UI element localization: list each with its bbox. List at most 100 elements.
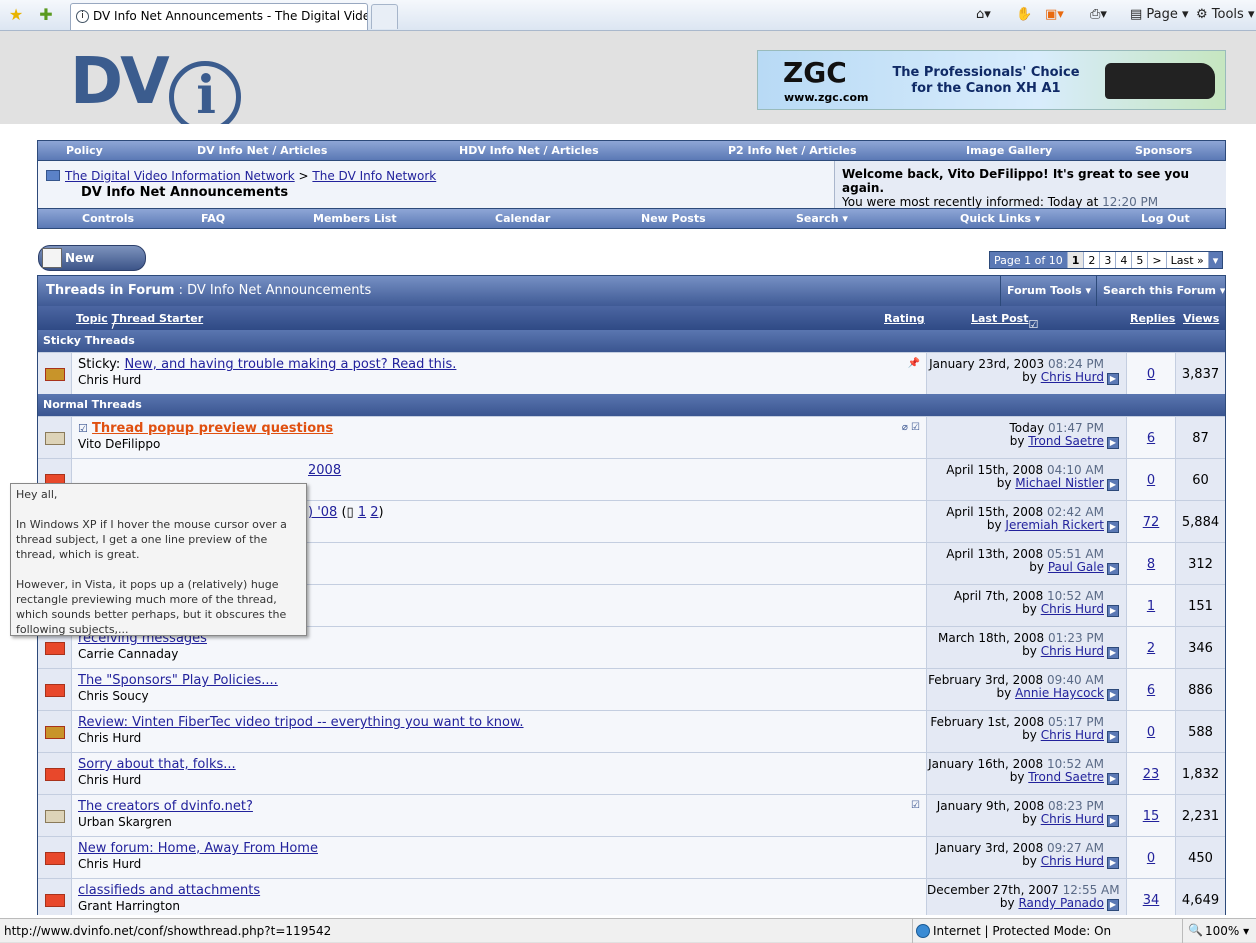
thread-title-link[interactable]: The creators of dvinfo.net?: [78, 799, 253, 814]
thread-title-link[interactable]: Thread popup preview questions: [92, 421, 333, 436]
nav-hdv-articles[interactable]: HDV Info Net / Articles: [459, 144, 599, 157]
hand-icon[interactable]: ✋: [1016, 5, 1032, 25]
last-poster-link[interactable]: Randy Panado: [1018, 896, 1104, 910]
new-tab-button[interactable]: [371, 4, 398, 29]
pager-dropdown[interactable]: ▾: [1208, 252, 1223, 268]
nav-p2-articles[interactable]: P2 Info Net / Articles: [728, 144, 857, 157]
last-poster-link[interactable]: Chris Hurd: [1041, 728, 1104, 742]
replies-link[interactable]: 0: [1147, 473, 1155, 488]
favorites-star-icon[interactable]: ★: [6, 5, 26, 25]
thread-title-link[interactable]: New, and having trouble making a post? R…: [124, 357, 456, 372]
last-poster-link[interactable]: Paul Gale: [1048, 560, 1104, 574]
search-forum-menu[interactable]: Search this Forum ▾: [1096, 276, 1225, 306]
sort-last-post-link[interactable]: Last Post: [971, 312, 1029, 325]
page-link[interactable]: 5: [1132, 252, 1149, 268]
nav-faq[interactable]: FAQ: [201, 212, 225, 225]
go-to-last-post-icon[interactable]: ▶: [1107, 731, 1119, 743]
replies-link[interactable]: 0: [1147, 851, 1155, 866]
last-page-link[interactable]: Last »: [1167, 252, 1209, 268]
thread-title-link[interactable]: The "Sponsors" Play Policies....: [78, 673, 278, 688]
page-jump-link[interactable]: 2: [370, 505, 378, 520]
go-to-last-post-icon[interactable]: ▶: [1107, 373, 1119, 385]
thread-starter[interactable]: Chris Hurd: [78, 857, 926, 871]
sort-replies-link[interactable]: Replies: [1130, 312, 1175, 325]
nav-log-out[interactable]: Log Out: [1141, 212, 1190, 225]
thread-starter[interactable]: Chris Hurd: [78, 373, 926, 387]
rss-feed-icon[interactable]: ▣▾: [1045, 5, 1064, 25]
thread-title-link[interactable]: Sorry about that, folks...: [78, 757, 236, 772]
page-link[interactable]: 3: [1100, 252, 1117, 268]
checkbox-icon[interactable]: ☑: [78, 422, 88, 435]
breadcrumb-parent-link[interactable]: The DV Info Network: [312, 169, 436, 183]
print-icon[interactable]: ⎙▾: [1090, 5, 1107, 25]
nav-image-gallery[interactable]: Image Gallery: [966, 144, 1052, 157]
last-poster-link[interactable]: Michael Nistler: [1015, 476, 1104, 490]
sort-starter-link[interactable]: Thread Starter: [112, 312, 204, 325]
replies-link[interactable]: 1: [1147, 599, 1155, 614]
thread-title-link[interactable]: 2008: [78, 463, 341, 478]
go-to-last-post-icon[interactable]: ▶: [1107, 857, 1119, 869]
last-poster-link[interactable]: Trond Saetre: [1028, 770, 1104, 784]
nav-calendar[interactable]: Calendar: [495, 212, 550, 225]
last-poster-link[interactable]: Chris Hurd: [1041, 644, 1104, 658]
thread-starter[interactable]: Urban Skargren: [78, 815, 926, 829]
nav-quick-links[interactable]: Quick Links ▾: [960, 212, 1040, 225]
replies-link[interactable]: 23: [1143, 767, 1160, 782]
last-poster-link[interactable]: Trond Saetre: [1028, 434, 1104, 448]
replies-link[interactable]: 6: [1147, 683, 1155, 698]
replies-link[interactable]: 15: [1143, 809, 1160, 824]
zoom-control[interactable]: 🔍 100% ▾: [1182, 919, 1256, 943]
nav-controls[interactable]: Controls: [82, 212, 134, 225]
go-to-last-post-icon[interactable]: ▶: [1107, 689, 1119, 701]
last-poster-link[interactable]: Chris Hurd: [1041, 602, 1104, 616]
nav-members-list[interactable]: Members List: [313, 212, 397, 225]
replies-link[interactable]: 6: [1147, 431, 1155, 446]
tools-menu-button[interactable]: ⚙ Tools ▾: [1196, 5, 1255, 25]
page-menu-button[interactable]: ▤ Page ▾: [1130, 5, 1189, 25]
replies-link[interactable]: 2: [1147, 641, 1155, 656]
go-to-last-post-icon[interactable]: ▶: [1107, 899, 1119, 911]
page-link[interactable]: 4: [1116, 252, 1133, 268]
thread-title-link[interactable]: New forum: Home, Away From Home: [78, 841, 318, 856]
go-to-last-post-icon[interactable]: ▶: [1107, 521, 1119, 533]
replies-link[interactable]: 0: [1147, 367, 1155, 382]
security-zone[interactable]: Internet | Protected Mode: On: [912, 919, 1174, 943]
replies-link[interactable]: 72: [1143, 515, 1160, 530]
last-poster-link[interactable]: Annie Haycock: [1015, 686, 1104, 700]
page-link[interactable]: 2: [1084, 252, 1101, 268]
thread-starter[interactable]: Chris Hurd: [78, 773, 926, 787]
go-to-last-post-icon[interactable]: ▶: [1107, 437, 1119, 449]
last-poster-link[interactable]: Chris Hurd: [1041, 812, 1104, 826]
go-to-last-post-icon[interactable]: ▶: [1107, 773, 1119, 785]
sort-views-link[interactable]: Views: [1183, 312, 1219, 325]
last-poster-link[interactable]: Jeremiah Rickert: [1005, 518, 1104, 532]
go-to-last-post-icon[interactable]: ▶: [1107, 479, 1119, 491]
new-thread-button[interactable]: New Thread: [38, 245, 146, 289]
breadcrumb-root-link[interactable]: The Digital Video Information Network: [65, 169, 295, 183]
home-icon[interactable]: ⌂▾: [976, 5, 991, 25]
go-to-last-post-icon[interactable]: ▶: [1107, 647, 1119, 659]
sort-topic-link[interactable]: Topic: [76, 312, 108, 325]
forum-tools-menu[interactable]: Forum Tools ▾: [1000, 276, 1097, 306]
nav-search[interactable]: Search ▾: [796, 212, 848, 225]
thread-starter[interactable]: Chris Soucy: [78, 689, 926, 703]
thread-starter[interactable]: Grant Harrington: [78, 899, 926, 913]
replies-link[interactable]: 8: [1147, 557, 1155, 572]
last-poster-link[interactable]: Chris Hurd: [1041, 370, 1104, 384]
replies-link[interactable]: 0: [1147, 725, 1155, 740]
add-favorites-icon[interactable]: ✚: [36, 5, 56, 25]
browser-tab-active[interactable]: i DV Info Net Announcements - The Digita…: [70, 3, 368, 30]
sort-rating-link[interactable]: Rating: [884, 312, 925, 325]
next-page-link[interactable]: >: [1148, 252, 1167, 268]
thread-starter[interactable]: Carrie Cannaday: [78, 647, 926, 661]
go-to-last-post-icon[interactable]: ▶: [1107, 563, 1119, 575]
page-jump-link[interactable]: 1: [358, 505, 366, 520]
thread-title-link[interactable]: Review: Vinten FiberTec video tripod -- …: [78, 715, 524, 730]
replies-link[interactable]: 34: [1143, 893, 1160, 908]
nav-sponsors[interactable]: Sponsors: [1135, 144, 1192, 157]
nav-dv-articles[interactable]: DV Info Net / Articles: [197, 144, 327, 157]
go-to-last-post-icon[interactable]: ▶: [1107, 815, 1119, 827]
thread-starter[interactable]: Vito DeFilippo: [78, 437, 926, 451]
go-to-last-post-icon[interactable]: ▶: [1107, 605, 1119, 617]
nav-new-posts[interactable]: New Posts: [641, 212, 706, 225]
